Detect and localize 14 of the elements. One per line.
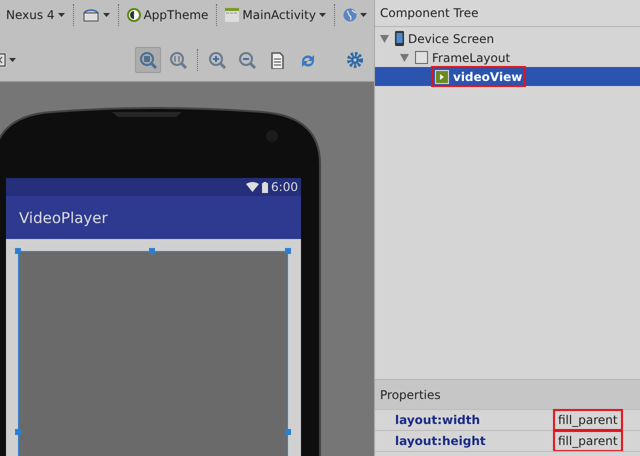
status-time: 6:00	[271, 180, 298, 194]
tree-item[interactable]: videoView	[375, 67, 640, 86]
panel-title: Properties	[380, 388, 441, 402]
property-value[interactable]: fill_parent	[556, 433, 620, 449]
device-dropdown[interactable]: Nexus 4	[4, 6, 67, 24]
property-value[interactable]: fill_parent	[556, 412, 620, 428]
property-name: layout:width	[394, 412, 482, 429]
theme-button[interactable]: AppTheme	[124, 6, 210, 24]
tree-item[interactable]: Device Screen	[375, 29, 640, 48]
panel-title: Component Tree	[380, 6, 478, 20]
property-name: layout:height	[394, 433, 487, 450]
app-title: VideoPlayer	[19, 208, 108, 226]
tree-item[interactable]: FrameLayout	[375, 48, 640, 67]
activity-dropdown[interactable]: MainActivity	[223, 6, 328, 24]
